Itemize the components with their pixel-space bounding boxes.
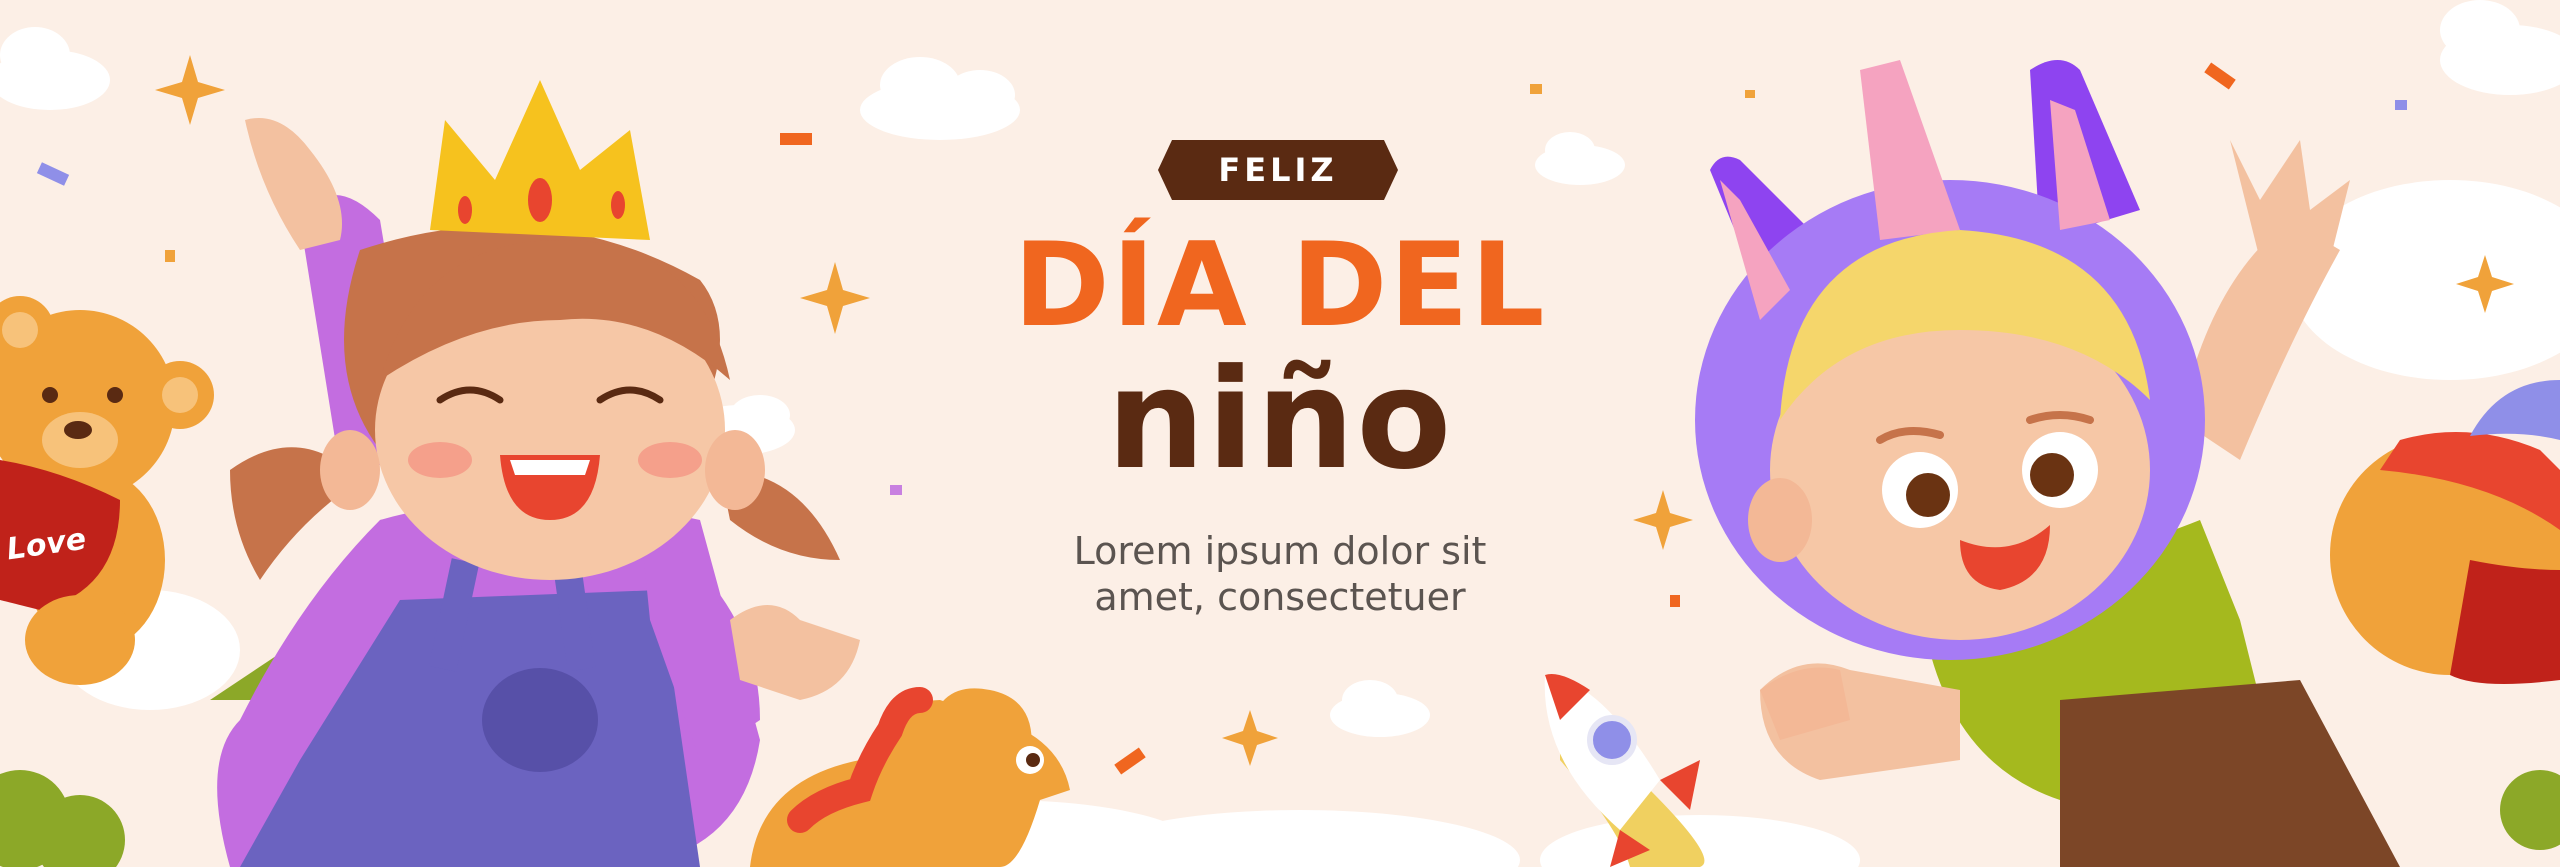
boy-illustration	[1695, 60, 2400, 867]
title-line-1: DÍA DEL	[1013, 218, 1547, 353]
dia-del-nino-banner: Love FELIZ DÍA DEL niño Lorem ipsum dolo…	[0, 0, 2560, 867]
subtitle-line-1: Lorem ipsum dolor sit	[1073, 529, 1487, 573]
feliz-badge: FELIZ	[1158, 140, 1398, 200]
headline-block: FELIZ DÍA DEL niño Lorem ipsum dolor sit…	[960, 140, 1600, 620]
subtitle: Lorem ipsum dolor sit amet, consectetuer	[960, 528, 1600, 620]
dinosaur-toy-icon	[750, 687, 1070, 867]
title-line-2: niño	[1106, 339, 1454, 500]
ball-icon	[2330, 380, 2560, 684]
subtitle-line-2: amet, consectetuer	[1094, 575, 1466, 619]
girl-illustration	[210, 80, 860, 867]
